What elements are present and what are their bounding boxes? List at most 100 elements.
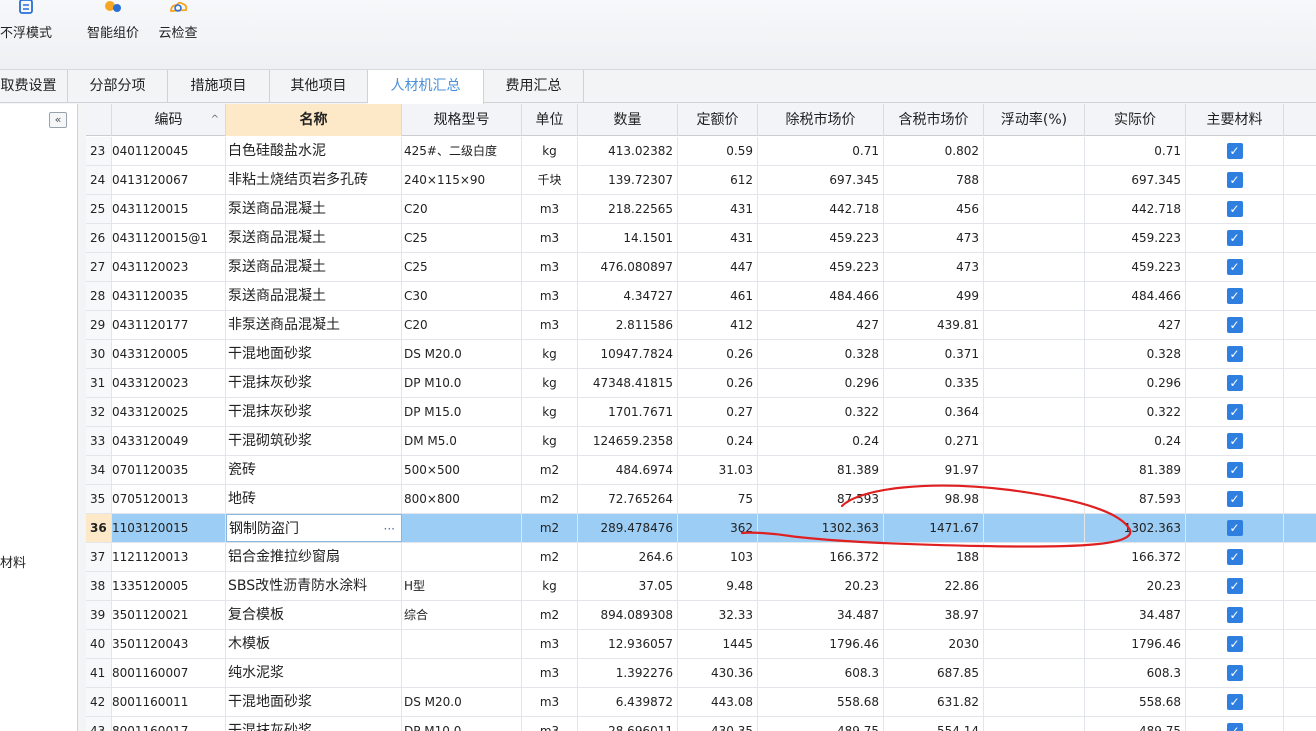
cell-name[interactable]: 干混地面砂浆: [226, 688, 402, 716]
cell-pretax-price[interactable]: 697.345: [758, 166, 884, 194]
cell-spec[interactable]: 425#、二级白度: [402, 137, 522, 165]
table-row[interactable]: 40 3501120043 木模板 m3 12.936057 1445 1796.46 203…: [86, 630, 1316, 659]
cell-name[interactable]: 铝合金推拉纱窗扇: [226, 543, 402, 571]
cell-code[interactable]: 0433120025: [112, 398, 226, 426]
tab-labor-material-summary[interactable]: 人材机汇总: [368, 70, 484, 104]
main-material-checkbox[interactable]: ✓: [1226, 143, 1243, 159]
main-material-checkbox[interactable]: ✓: [1226, 607, 1243, 623]
cell-spec[interactable]: C25: [402, 224, 522, 252]
header-unit[interactable]: 单位: [522, 104, 578, 136]
cell-actual-price[interactable]: 34.487: [1085, 601, 1186, 629]
cell-name[interactable]: 泵送商品混凝土: [226, 224, 402, 252]
main-material-checkbox[interactable]: ✓: [1226, 317, 1243, 333]
cell-quota-price[interactable]: 362: [678, 514, 758, 542]
cell-quantity[interactable]: 124659.2358: [578, 427, 678, 455]
cell-code[interactable]: 0431120015@1: [112, 224, 226, 252]
cell-spec[interactable]: DS M20.0: [402, 688, 522, 716]
cell-name[interactable]: 瓷砖: [226, 456, 402, 484]
cell-quota-price[interactable]: 412: [678, 311, 758, 339]
cell-code[interactable]: 0413120067: [112, 166, 226, 194]
table-row[interactable]: 31 0433120023 干混抹灰砂浆 DP M10.0 kg 47348.41815 0…: [86, 369, 1316, 398]
row-index[interactable]: 27: [86, 253, 112, 281]
cell-withtax-price[interactable]: 499: [884, 282, 984, 310]
cell-spec[interactable]: 500×500: [402, 456, 522, 484]
row-index[interactable]: 43: [86, 717, 112, 731]
cell-spec[interactable]: 240×115×90: [402, 166, 522, 194]
cell-actual-price[interactable]: 697.345: [1085, 166, 1186, 194]
cell-actual-price[interactable]: 1302.363: [1085, 514, 1186, 542]
cell-withtax-price[interactable]: 473: [884, 224, 984, 252]
cell-pretax-price[interactable]: 442.718: [758, 195, 884, 223]
cell-pretax-price[interactable]: 0.328: [758, 340, 884, 368]
cell-spec[interactable]: [402, 659, 522, 687]
cell-unit[interactable]: kg: [522, 340, 578, 368]
row-index[interactable]: 35: [86, 485, 112, 513]
main-material-checkbox[interactable]: ✓: [1226, 259, 1243, 275]
cell-float-rate[interactable]: [984, 717, 1085, 731]
cell-float-rate[interactable]: [984, 514, 1085, 542]
cell-code[interactable]: 0431120035: [112, 282, 226, 310]
cell-name[interactable]: 泵送商品混凝土: [226, 282, 402, 310]
cell-float-rate[interactable]: [984, 427, 1085, 455]
main-material-checkbox[interactable]: ✓: [1226, 578, 1243, 594]
cell-quota-price[interactable]: 443.08: [678, 688, 758, 716]
cell-quantity[interactable]: 264.6: [578, 543, 678, 571]
cell-quantity[interactable]: 484.6974: [578, 456, 678, 484]
cell-quota-price[interactable]: 431: [678, 195, 758, 223]
cell-quota-price[interactable]: 0.26: [678, 369, 758, 397]
cell-spec[interactable]: DP M10.0: [402, 369, 522, 397]
cell-code[interactable]: 3501120043: [112, 630, 226, 658]
table-row[interactable]: 38 1335120005 SBS改性沥青防水涂料 H型 kg 37.05 9.48 20.2…: [86, 572, 1316, 601]
header-code[interactable]: 编码 ^: [112, 104, 226, 136]
table-row[interactable]: 26 0431120015@1 泵送商品混凝土 C25 m3 14.1501 431 459.…: [86, 224, 1316, 253]
cell-name[interactable]: 非泵送商品混凝土: [226, 311, 402, 339]
main-material-checkbox[interactable]: ✓: [1226, 201, 1243, 217]
cell-withtax-price[interactable]: 98.98: [884, 485, 984, 513]
cell-float-rate[interactable]: [984, 253, 1085, 281]
cell-quota-price[interactable]: 430.36: [678, 659, 758, 687]
cell-quantity[interactable]: 37.05: [578, 572, 678, 600]
tab-fee-settings[interactable]: 取费设置: [0, 70, 68, 103]
cell-name[interactable]: 木模板: [226, 630, 402, 658]
main-material-checkbox[interactable]: ✓: [1226, 549, 1243, 565]
cell-float-rate[interactable]: [984, 688, 1085, 716]
cell-pretax-price[interactable]: 34.487: [758, 601, 884, 629]
cell-spec[interactable]: C25: [402, 253, 522, 281]
cell-spec[interactable]: [402, 514, 522, 542]
cell-name[interactable]: 干混地面砂浆: [226, 340, 402, 368]
cell-quantity[interactable]: 139.72307: [578, 166, 678, 194]
cell-withtax-price[interactable]: 188: [884, 543, 984, 571]
cell-withtax-price[interactable]: 554.14: [884, 717, 984, 731]
table-row[interactable]: 27 0431120023 泵送商品混凝土 C25 m3 476.080897 447 459…: [86, 253, 1316, 282]
main-material-checkbox[interactable]: ✓: [1226, 230, 1243, 246]
cell-unit[interactable]: m2: [522, 543, 578, 571]
row-index[interactable]: 24: [86, 166, 112, 194]
cell-pretax-price[interactable]: 0.322: [758, 398, 884, 426]
cell-float-rate[interactable]: [984, 456, 1085, 484]
cell-pretax-price[interactable]: 489.75: [758, 717, 884, 731]
cell-withtax-price[interactable]: 788: [884, 166, 984, 194]
cell-pretax-price[interactable]: 484.466: [758, 282, 884, 310]
cell-withtax-price[interactable]: 0.371: [884, 340, 984, 368]
cell-name[interactable]: 纯水泥浆: [226, 659, 402, 687]
cell-float-rate[interactable]: [984, 601, 1085, 629]
cloud-check-button[interactable]: 云检查: [153, 0, 203, 48]
cell-pretax-price[interactable]: 0.24: [758, 427, 884, 455]
cell-float-rate[interactable]: [984, 224, 1085, 252]
cell-pretax-price[interactable]: 558.68: [758, 688, 884, 716]
cell-quota-price[interactable]: 447: [678, 253, 758, 281]
cell-float-rate[interactable]: [984, 311, 1085, 339]
cell-quota-price[interactable]: 430.35: [678, 717, 758, 731]
cell-pretax-price[interactable]: 427: [758, 311, 884, 339]
cell-code[interactable]: 0431120023: [112, 253, 226, 281]
cell-name[interactable]: 干混抹灰砂浆: [226, 369, 402, 397]
cell-spec[interactable]: DP M10.0: [402, 717, 522, 731]
row-index[interactable]: 29: [86, 311, 112, 339]
cell-pretax-price[interactable]: 20.23: [758, 572, 884, 600]
cell-quota-price[interactable]: 0.26: [678, 340, 758, 368]
cell-actual-price[interactable]: 484.466: [1085, 282, 1186, 310]
cell-spec[interactable]: 综合: [402, 601, 522, 629]
row-index[interactable]: 36: [86, 514, 112, 542]
cell-name[interactable]: SBS改性沥青防水涂料: [226, 572, 402, 600]
cell-quantity[interactable]: 72.765264: [578, 485, 678, 513]
